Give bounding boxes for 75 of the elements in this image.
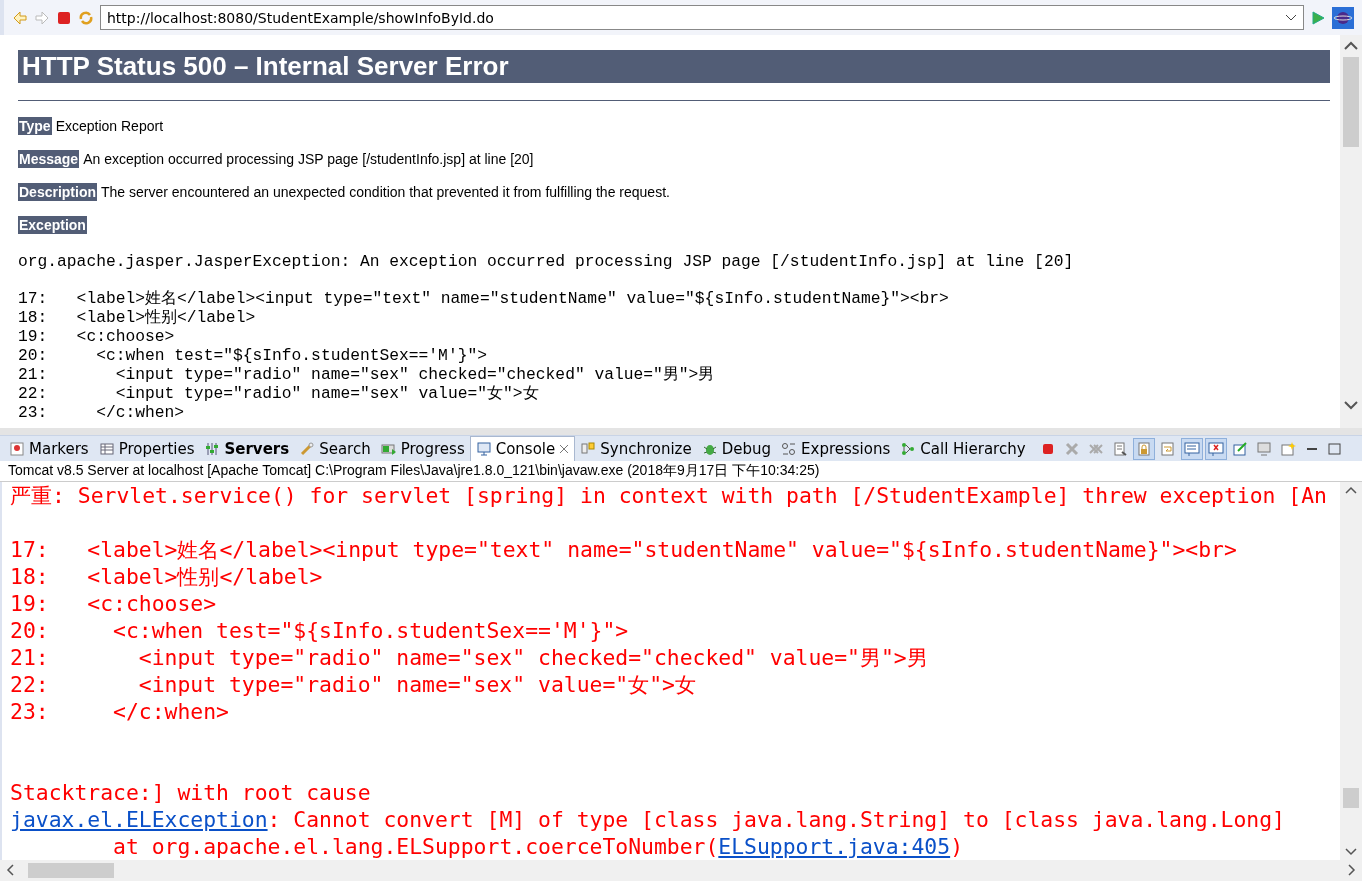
expressions-icon xyxy=(781,440,798,457)
console-line: 21: <input type="radio" name="sex" checked="checked" value="男">男 xyxy=(10,644,929,671)
console-line: 19: <c:choose> xyxy=(10,590,218,617)
scrollbar-thumb[interactable] xyxy=(1343,788,1359,808)
stack-link[interactable]: ELSupport.java:405 xyxy=(718,834,951,859)
back-icon[interactable] xyxy=(12,9,28,26)
view-tab[interactable]: Markers xyxy=(4,436,94,461)
code-line: 18: <label>性别</label> xyxy=(18,308,257,327)
view-tab[interactable]: Console xyxy=(469,436,576,461)
field-label: Type xyxy=(18,116,52,135)
console-line: Stacktrace:] with root cause xyxy=(10,779,372,806)
hierarchy-icon xyxy=(900,440,917,457)
view-tab[interactable]: Synchronize xyxy=(575,436,697,461)
console-line: 18: <label>性别</label> xyxy=(10,563,324,590)
field-label: Message xyxy=(18,149,80,168)
url-field[interactable]: http://localhost:8080/StudentExample/showInfoById.do xyxy=(100,5,1304,30)
view-tab[interactable]: Call Hierarchy xyxy=(895,436,1031,461)
scrollbar-thumb[interactable] xyxy=(1343,57,1359,147)
console-line: 22: <input type="radio" name="sex" value="女">女 xyxy=(10,671,697,698)
search-icon xyxy=(299,440,316,457)
console-line: javax.el.ELException: Cannot convert [M] of type [class java.lang.String] to [class java.lang.Long] xyxy=(10,806,1286,833)
exception-text: org.apache.jasper.JasperException: An exception occurred processing JSP page [/studentInfo.jsp] at line [20] xyxy=(18,252,1075,271)
scrollbar-thumb[interactable] xyxy=(28,863,114,878)
console-line: 17: <label>姓名</label><input type="text" name="studentName" value="${sInfo.studentName}"><br> xyxy=(10,536,1238,563)
field-label: Exception xyxy=(18,215,87,234)
view-tab[interactable]: Progress xyxy=(375,436,470,461)
stderr-button[interactable] xyxy=(1204,437,1227,460)
forward-icon[interactable] xyxy=(34,9,50,26)
pin-icon xyxy=(1231,440,1248,457)
code-line: 19: <c:choose> xyxy=(18,327,176,346)
word-wrap-icon xyxy=(1159,440,1176,457)
synchronize-icon xyxy=(580,440,597,457)
properties-icon xyxy=(98,440,115,457)
console-line: 20: <c:when test="${sInfo.studentSex=='M'}"> xyxy=(10,617,630,644)
stderr-icon xyxy=(1207,440,1224,457)
code-line: 22: <input type="radio" name="sex" value="女">女 xyxy=(18,384,540,403)
code-line: 20: <c:when test="${sInfo.studentSex=='M'}"> xyxy=(18,346,488,365)
remove-icon xyxy=(1063,440,1080,457)
scrollbar[interactable] xyxy=(1340,482,1362,860)
refresh-icon[interactable] xyxy=(78,9,94,26)
stdout-button[interactable] xyxy=(1180,437,1203,460)
view-tab[interactable]: Servers xyxy=(199,436,295,461)
scrollbar[interactable] xyxy=(1340,35,1362,428)
field-value: The server encountered an unexpected condition that prevented it from fulfilling the request. xyxy=(101,183,670,200)
console-line: 23: </c:when> xyxy=(10,698,230,725)
code-line: 17: <label>姓名</label><input type="text" name="studentName" value="${sInfo.studentName}"><br> xyxy=(18,289,950,308)
clear-icon xyxy=(1111,440,1128,457)
view-tab[interactable]: Debug xyxy=(696,436,777,461)
error-heading: HTTP Status 500 – Internal Server Error xyxy=(18,50,1330,83)
console-icon xyxy=(475,441,492,457)
scroll-lock-button[interactable] xyxy=(1132,437,1155,460)
view-tab[interactable]: Search xyxy=(294,436,376,461)
code-line: 21: <input type="radio" name="sex" checked="checked" value="男">男 xyxy=(18,365,716,384)
stdout-icon xyxy=(1183,440,1200,457)
new-console-icon xyxy=(1279,440,1296,457)
console-line: at org.apache.el.lang.ELSupport.coerceToNumber(ELSupport.java:405) xyxy=(112,833,964,860)
globe-icon[interactable] xyxy=(1332,6,1354,29)
code-line: 23: </c:when> xyxy=(18,403,186,422)
field-value: Exception Report xyxy=(55,117,164,134)
display-icon xyxy=(1255,440,1272,457)
console-title: Tomcat v8.5 Server at localhost [Apache Tomcat] C:\Program Files\Java\jre1.8.0_121\bin\javaw.exe (2018年9月17日 下午10:34:25) xyxy=(0,461,1362,482)
field-label: Description xyxy=(18,182,97,201)
close-icon[interactable] xyxy=(559,444,570,454)
stop-icon[interactable] xyxy=(56,9,72,26)
stack-link[interactable]: javax.el.ELException xyxy=(10,807,268,832)
scrollbar[interactable] xyxy=(0,860,1362,881)
field-value: An exception occurred processing JSP page [/studentInfo.jsp] at line [20] xyxy=(83,150,534,167)
console-line: 严重: Servlet.service() for servlet [spring] in context with path [/StudentExample] threw exception [An xyxy=(10,482,1328,509)
go-icon[interactable] xyxy=(1310,9,1326,26)
servers-icon xyxy=(204,440,221,457)
scroll-lock-icon xyxy=(1135,440,1152,457)
markers-icon xyxy=(9,440,25,457)
dropdown-caret-icon[interactable] xyxy=(1285,13,1297,22)
view-tab[interactable]: Properties xyxy=(93,436,200,461)
view-tab[interactable]: Expressions xyxy=(776,436,896,461)
